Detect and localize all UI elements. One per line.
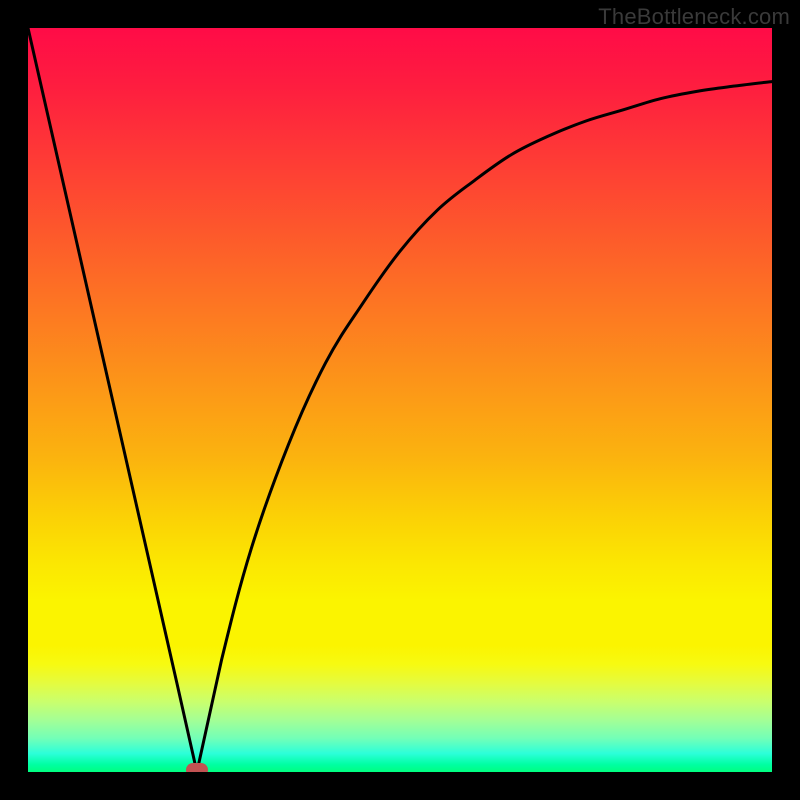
- chart-frame: TheBottleneck.com: [0, 0, 800, 800]
- vertex-marker: [186, 763, 208, 772]
- bottleneck-curve: [28, 28, 772, 772]
- watermark-text: TheBottleneck.com: [598, 4, 790, 30]
- plot-area: [28, 28, 772, 772]
